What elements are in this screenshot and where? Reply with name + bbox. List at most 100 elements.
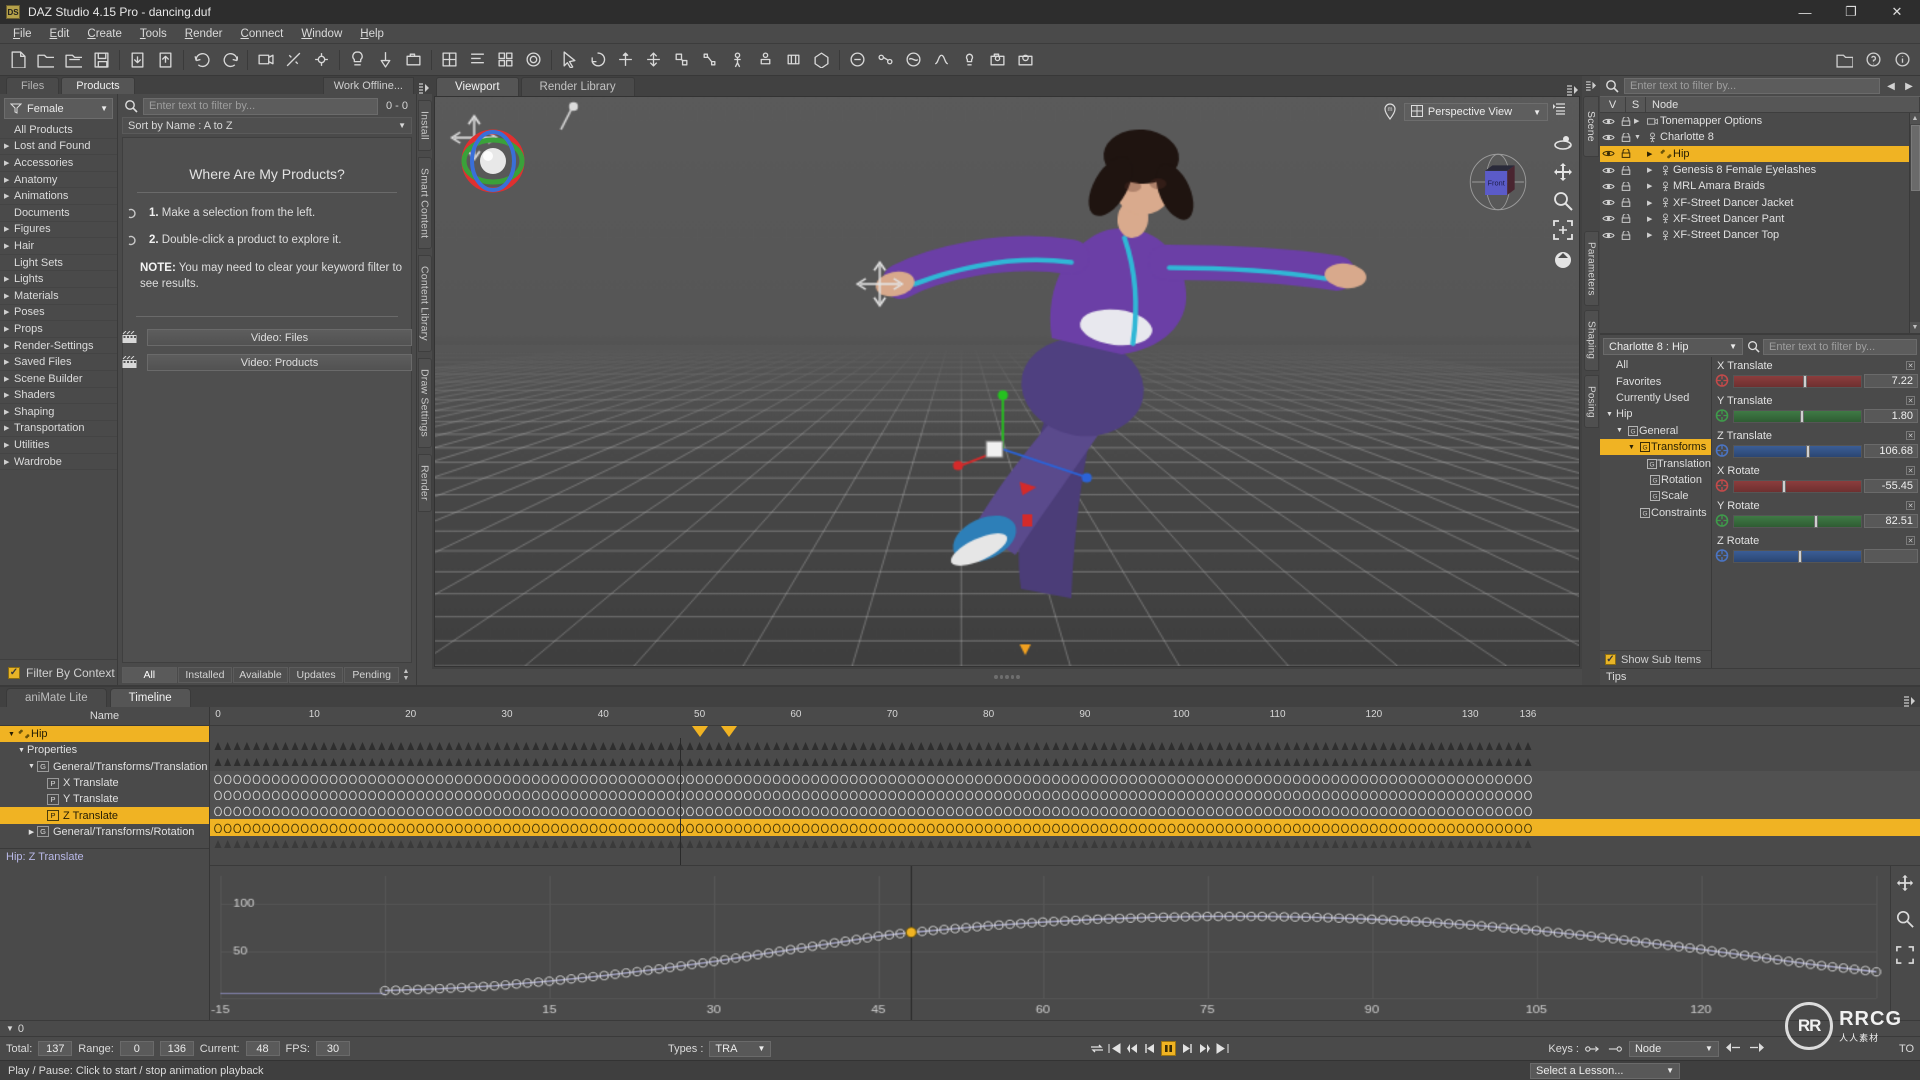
- category-item-figures[interactable]: ▶ Figures: [0, 222, 117, 239]
- visibility-toggle-icon[interactable]: [1600, 231, 1617, 240]
- menu-item-render[interactable]: Render: [176, 26, 232, 42]
- menu-item-file[interactable]: File: [4, 26, 41, 42]
- products-tab-all[interactable]: All: [122, 666, 177, 683]
- category-item-lights[interactable]: ▶ Lights: [0, 271, 117, 288]
- scroll-down-icon[interactable]: ▼: [1909, 322, 1920, 333]
- property-reset-icon[interactable]: ✕: [1906, 396, 1915, 405]
- activepose-icon[interactable]: [724, 47, 751, 73]
- property-reset-icon[interactable]: ✕: [1906, 466, 1915, 475]
- types-combo[interactable]: TRA ▼: [709, 1040, 772, 1057]
- grid-view-icon[interactable]: [492, 47, 519, 73]
- property-dial-icon[interactable]: [1714, 514, 1731, 528]
- expand-toggle-icon[interactable]: ▶: [1647, 182, 1658, 190]
- expand-toggle-icon[interactable]: ▶: [26, 828, 37, 836]
- show-sub-items-checkbox[interactable]: ✓: [1605, 654, 1616, 665]
- node-tool-icon[interactable]: [696, 47, 723, 73]
- category-item-wardrobe[interactable]: ▶ Wardrobe: [0, 454, 117, 471]
- property-slider-row[interactable]: 106.68: [1714, 443, 1918, 459]
- scene-node-hip[interactable]: ▶ Hip: [1600, 145, 1909, 162]
- property-value[interactable]: 82.51: [1864, 514, 1918, 528]
- property-slider-row[interactable]: -55.45: [1714, 478, 1918, 494]
- property-dial-icon[interactable]: [1714, 479, 1731, 493]
- new-file-icon[interactable]: [4, 47, 31, 73]
- align-icon[interactable]: [464, 47, 491, 73]
- property-slider-track[interactable]: [1733, 409, 1862, 423]
- universal-tool-icon[interactable]: [612, 47, 639, 73]
- timeline-row-y-translate[interactable]: P Y Translate: [0, 791, 209, 807]
- curve-zoom-icon[interactable]: [1896, 910, 1916, 930]
- video-products-button[interactable]: Video: Products: [147, 354, 412, 372]
- scene-node-xf-street-dancer-jacket[interactable]: ▶ XF-Street Dancer Jacket: [1600, 194, 1909, 210]
- tab-render-library[interactable]: Render Library: [520, 77, 635, 96]
- column-node[interactable]: Node: [1646, 97, 1920, 112]
- category-item-lost-and-found[interactable]: ▶ Lost and Found: [0, 139, 117, 156]
- play-pause-button[interactable]: [1161, 1041, 1177, 1056]
- category-item-transportation[interactable]: ▶ Transportation: [0, 421, 117, 438]
- property-value[interactable]: 106.68: [1864, 444, 1918, 458]
- property-slider-track[interactable]: [1733, 514, 1862, 528]
- property-dial-icon[interactable]: [1714, 444, 1731, 458]
- products-tab-available[interactable]: Available: [233, 666, 288, 683]
- filter-by-context-checkbox[interactable]: ✓: [8, 666, 20, 679]
- timeline-row-x-translate[interactable]: P X Translate: [0, 775, 209, 791]
- scale-tool-icon[interactable]: [668, 47, 695, 73]
- category-item-shaping[interactable]: ▶ Shaping: [0, 404, 117, 421]
- vertical-tab-install[interactable]: Install: [417, 100, 432, 151]
- column-visible[interactable]: V: [1600, 97, 1626, 112]
- expand-toggle-icon[interactable]: ▶: [1647, 215, 1658, 223]
- panel-options-icon[interactable]: [416, 83, 432, 94]
- timeline-marker[interactable]: [720, 726, 737, 737]
- visibility-toggle-icon[interactable]: [1600, 149, 1617, 158]
- range-end-value[interactable]: 136: [159, 1041, 194, 1056]
- category-item-hair[interactable]: ▶ Hair: [0, 238, 117, 255]
- scene-scrollbar[interactable]: ▲ ▼: [1909, 113, 1920, 333]
- category-item-light-sets[interactable]: ▶Light Sets: [0, 255, 117, 272]
- property-slider-knob[interactable]: [1800, 409, 1805, 423]
- property-slider-track[interactable]: [1733, 479, 1862, 493]
- joint-editor-icon[interactable]: [872, 47, 899, 73]
- menu-item-connect[interactable]: Connect: [232, 26, 293, 42]
- param-group-favorites[interactable]: Favorites: [1600, 373, 1711, 389]
- grid-snap-icon[interactable]: [436, 47, 463, 73]
- parameters-search-input[interactable]: [1763, 338, 1917, 355]
- products-tab-updates[interactable]: Updates: [288, 666, 344, 683]
- scroll-up-icon[interactable]: ▲: [1909, 113, 1920, 124]
- category-item-accessories[interactable]: ▶ Accessories: [0, 155, 117, 172]
- category-item-documents[interactable]: ▶Documents: [0, 205, 117, 222]
- visibility-toggle-icon[interactable]: [1600, 133, 1617, 142]
- filter-by-context-row[interactable]: ✓ Filter By Context: [0, 659, 117, 685]
- key-unlink-icon[interactable]: [1607, 1042, 1623, 1056]
- property-slider-knob[interactable]: [1802, 374, 1807, 388]
- render-settings-icon[interactable]: [280, 47, 307, 73]
- total-value[interactable]: 137: [38, 1041, 73, 1056]
- translate-tool-icon[interactable]: [640, 47, 667, 73]
- morph-icon[interactable]: [900, 47, 927, 73]
- curve-editor[interactable]: [210, 865, 1920, 1020]
- products-tab-pending[interactable]: Pending: [344, 666, 399, 683]
- view-cube[interactable]: Front: [1461, 145, 1535, 219]
- current-value[interactable]: 48: [245, 1041, 280, 1056]
- export-icon[interactable]: [152, 47, 179, 73]
- timeline-row-z-translate[interactable]: P Z Translate: [0, 807, 209, 824]
- scene-node-genesis-8-female-eyelashes[interactable]: ▶ Genesis 8 Female Eyelashes: [1600, 162, 1909, 178]
- scene-node-xf-street-dancer-pant[interactable]: ▶ XF-Street Dancer Pant: [1600, 211, 1909, 227]
- timeline-row-properties[interactable]: ▼ Properties: [0, 742, 209, 758]
- tab-files[interactable]: Files: [6, 77, 60, 94]
- open-folder-icon[interactable]: [32, 47, 59, 73]
- param-group-hip[interactable]: ▼ Hip: [1600, 406, 1711, 422]
- property-slider-track[interactable]: [1733, 444, 1862, 458]
- select-toggle-icon[interactable]: [1617, 165, 1634, 175]
- tab-viewport[interactable]: Viewport: [436, 77, 519, 96]
- expand-toggle-icon[interactable]: ▶: [1647, 231, 1658, 239]
- timeline-row-hip[interactable]: ▼ Hip: [0, 726, 209, 743]
- timeline-row-general-transforms-rotation[interactable]: ▶ G General/Transforms/Rotation: [0, 824, 209, 840]
- scene-search-input[interactable]: [1624, 78, 1880, 94]
- timeline-key-row[interactable]: [210, 738, 1920, 754]
- expand-toggle-icon[interactable]: ▼: [26, 763, 37, 770]
- pan-icon[interactable]: [1553, 162, 1573, 182]
- property-slider-knob[interactable]: [1814, 514, 1818, 528]
- timeline-options-icon[interactable]: [1900, 696, 1920, 707]
- curve-frame-icon[interactable]: [1895, 946, 1916, 966]
- column-selectable[interactable]: S: [1626, 97, 1646, 112]
- surface-selection-icon[interactable]: [844, 47, 871, 73]
